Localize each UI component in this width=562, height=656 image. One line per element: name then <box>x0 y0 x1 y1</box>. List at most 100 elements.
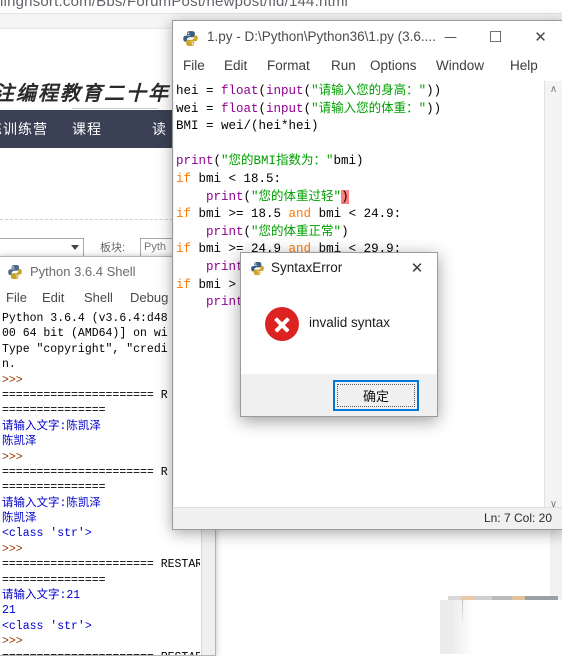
code-token: ( <box>258 101 267 116</box>
code-token: ( <box>258 84 267 98</box>
code-token: )) <box>426 84 442 98</box>
shell-line: 请输入文字:陈凯泽 <box>2 496 101 510</box>
shell-line: 21 <box>2 604 16 618</box>
code-token: ) <box>341 224 349 239</box>
shell-line: ====================== RESTART: D:\Pytho… <box>0 650 200 655</box>
shell-line: 请输入文字:陈凯泽 <box>2 419 101 433</box>
code-token: input <box>266 84 304 98</box>
shell-menu-file[interactable]: File <box>6 290 27 305</box>
code-line: wei = float(input("请输入您的体重：")) <box>176 101 544 119</box>
ok-button-label: 确定 <box>362 389 389 404</box>
shell-line: <class 'str'> <box>2 527 92 541</box>
code-line: if bmi < 18.5: <box>176 171 544 189</box>
shell-line: >>> <box>2 450 30 464</box>
python-icon <box>8 265 22 279</box>
page-bottom-panel-edge <box>462 600 463 630</box>
dialog-footer: 确定 <box>241 374 437 416</box>
editor-titlebar[interactable]: 1.py - D:\Python\Python36\1.py (3.6.... … <box>173 21 562 55</box>
minimize-icon: — <box>444 29 457 45</box>
close-button[interactable]: ✕ <box>518 21 562 53</box>
page-bottom-panel <box>440 600 562 654</box>
shell-line: 陈凯泽 <box>2 512 37 526</box>
banner-slogan-underline <box>72 108 158 109</box>
editor-menu-help[interactable]: Help <box>510 58 538 73</box>
editor-menu-file[interactable]: File <box>183 58 205 73</box>
nav-item-read[interactable]: 读 <box>152 110 167 148</box>
banner-slogan: 注编程教育二十年！ <box>0 83 192 105</box>
code-line: print("您的体重正常") <box>176 224 544 242</box>
code-token: float <box>221 101 259 116</box>
dialog-titlebar[interactable]: SyntaxError ✕ <box>241 253 437 285</box>
editor-menu-format[interactable]: Format <box>267 58 310 73</box>
editor-menu-options[interactable]: Options <box>370 58 417 73</box>
shell-line: <class 'str'> <box>2 619 92 633</box>
chevron-down-icon <box>71 245 79 250</box>
code-line: print("您的BMI指数为："bmi) <box>176 153 544 171</box>
shell-menu-debug[interactable]: Debug <box>130 290 168 305</box>
code-token: print <box>206 189 244 204</box>
code-token: if <box>176 242 192 257</box>
url-text: linghsort.com/Bbs/ForumPost/newpost/fid/… <box>0 0 349 10</box>
code-token: bmi < 18.5: <box>191 171 282 186</box>
scroll-up-icon[interactable]: ∧ <box>545 81 562 98</box>
code-token: ) <box>341 189 349 204</box>
code-token: ( <box>303 84 312 98</box>
dialog-title-text: SyntaxError <box>271 260 343 275</box>
code-token: float <box>221 84 259 98</box>
python-icon <box>183 31 198 46</box>
code-token: ( <box>243 189 252 204</box>
code-token: bmi) <box>333 154 364 169</box>
editor-title-text: 1.py - D:\Python\Python36\1.py (3.6.... <box>207 29 436 44</box>
maximize-button[interactable]: ☐ <box>473 21 518 53</box>
shell-line: =============== <box>2 573 106 587</box>
code-token: "您的BMI指数为：" <box>221 154 334 169</box>
shell-line: ====================== R <box>2 388 168 402</box>
code-token: ( <box>303 101 312 116</box>
line-column-indicator: Ln: 7 Col: 20 <box>483 511 552 525</box>
shell-output[interactable]: Python 3.6.4 (v3.6.4:d48 00 64 bit (AMD64… <box>0 311 200 655</box>
shell-line: Type "copyright", "credi <box>2 342 168 356</box>
category-select[interactable] <box>0 238 84 258</box>
shell-line: Python 3.6.4 (v3.6.4:d48 <box>2 312 168 325</box>
code-token: BMI = wei/(hei*hei) <box>176 119 319 134</box>
editor-scrollbar[interactable]: ∧ ∨ <box>544 81 562 513</box>
code-token: "请输入您的体重：" <box>311 101 427 116</box>
nav-item-training-camp[interactable]: 练训练营 <box>0 110 48 148</box>
dialog-close-button[interactable]: ✕ <box>397 253 437 283</box>
editor-menu-run[interactable]: Run <box>331 58 356 73</box>
board-label: 板块: <box>100 242 126 254</box>
code-token: ( <box>213 154 222 169</box>
minimize-button[interactable]: — <box>428 21 473 53</box>
code-token: print <box>206 224 244 239</box>
code-token: bmi < 24.9: <box>311 207 402 222</box>
dialog-message: invalid syntax <box>309 315 391 330</box>
code-token: print <box>176 154 214 169</box>
code-token: if <box>176 207 192 222</box>
code-token: wei = <box>176 101 222 116</box>
code-token: if <box>176 277 192 292</box>
shell-line: >>> <box>2 542 30 556</box>
code-token: if <box>176 171 192 186</box>
code-token: hei = <box>176 84 222 98</box>
nav-item-courses[interactable]: 课程 <box>72 110 102 148</box>
browser-url-bar[interactable]: linghsort.com/Bbs/ForumPost/newpost/fid/… <box>0 0 562 14</box>
shell-line: ====================== RESTART: D:\Pytho… <box>2 558 200 572</box>
shell-menu-edit[interactable]: Edit <box>42 290 64 305</box>
ok-button[interactable]: 确定 <box>333 380 419 411</box>
code-token: "请输入您的身高：" <box>311 84 427 98</box>
code-token: print <box>206 295 244 310</box>
code-token: )) <box>426 101 442 116</box>
editor-statusbar: Ln: 7 Col: 20 <box>174 507 562 528</box>
maximize-icon: ☐ <box>488 28 503 46</box>
syntax-error-dialog[interactable]: SyntaxError ✕ invalid syntax 确定 <box>240 252 438 417</box>
shell-menu-shell[interactable]: Shell <box>84 290 113 305</box>
close-icon: ✕ <box>534 28 547 46</box>
editor-menu-edit[interactable]: Edit <box>224 58 247 73</box>
shell-line: 00 64 bit (AMD64)] on wi <box>2 327 168 341</box>
shell-line: ====================== R <box>2 465 168 479</box>
editor-menu-window[interactable]: Window <box>436 58 484 73</box>
